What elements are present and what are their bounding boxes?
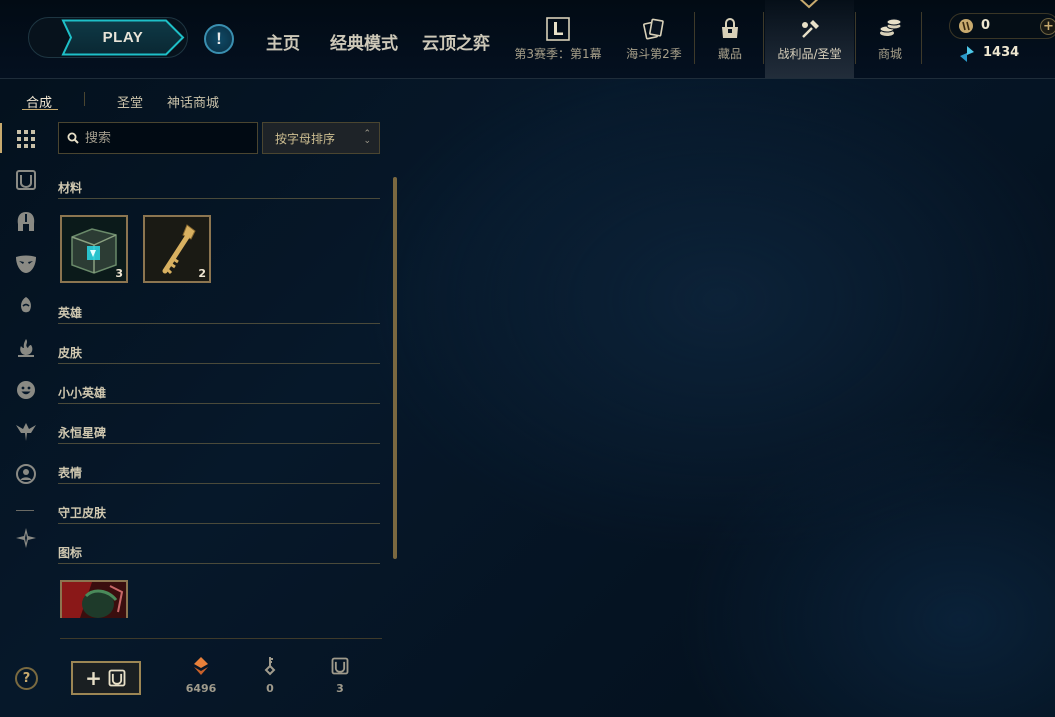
eternals-flame-icon[interactable] (14, 336, 38, 360)
orange-essence-value: 6496 (185, 682, 217, 695)
category-icons: 图标 (58, 544, 380, 564)
tab-ranked-label: 第3赛季：第1幕 (514, 47, 602, 61)
emote-face-icon[interactable] (14, 378, 38, 402)
craft-chest-button[interactable]: + (71, 661, 141, 695)
loot-item-summoner-icon[interactable] (60, 580, 128, 618)
loot-hammer-icon (801, 20, 819, 38)
rail-active-indicator (0, 123, 2, 153)
riot-points-icon (959, 19, 973, 33)
ward-skin-icon[interactable] (14, 420, 38, 444)
subnav-divider (84, 92, 85, 106)
subnav-mythic-shop[interactable]: 神话商城 (167, 92, 219, 111)
search-box[interactable] (58, 122, 258, 154)
sort-chevron-icon: ⌃ ⌄ (363, 129, 371, 146)
skin-mask-icon[interactable] (14, 252, 38, 276)
category-ward-skins: 守卫皮肤 (58, 504, 380, 524)
summoner-icon[interactable] (14, 526, 38, 550)
nav-divider (694, 12, 695, 64)
chest-count-value: 3 (336, 682, 344, 695)
category-eternals: 永恒星碑 (58, 424, 380, 444)
search-icon (67, 132, 79, 144)
item-count: 2 (198, 267, 206, 280)
top-nav-bar: PLAY ! 主页 经典模式 云顶之弈 第3赛季：第1幕 海斗第2季 藏品 战利… (0, 0, 1055, 79)
champion-helmet-icon[interactable] (14, 210, 38, 234)
search-input[interactable] (85, 130, 245, 146)
tab-clash-season[interactable]: 海斗第2季 (623, 0, 685, 78)
nav-divider (855, 12, 856, 64)
tab-clash-label: 海斗第2季 (626, 47, 682, 61)
store-coins-icon (879, 18, 902, 36)
wallet-key-fragments: 0 (250, 656, 290, 695)
subnav-active-underline (22, 109, 58, 110)
profile-icon[interactable] (14, 462, 38, 486)
nav-classic-mode[interactable]: 经典模式 (330, 29, 398, 54)
category-skins: 皮肤 (58, 344, 380, 364)
wallet-orange-essence: 6496 (181, 656, 221, 695)
tab-collection[interactable]: 藏品 (706, 0, 754, 78)
tiny-legend-icon[interactable] (14, 294, 38, 318)
help-icon[interactable]: ? (15, 667, 38, 690)
nav-divider (763, 12, 764, 64)
wallet-chests: 3 (320, 656, 360, 695)
nav-divider (921, 12, 922, 64)
key-fragment-icon (264, 657, 276, 676)
active-tab-chevron-icon (799, 0, 819, 9)
sort-label: 按字母排序 (275, 131, 336, 146)
tab-ranked-season[interactable]: 第3赛季：第1幕 (512, 0, 604, 78)
tab-store[interactable]: 商城 (866, 0, 914, 78)
play-button-container: PLAY (28, 17, 188, 58)
chest-icon (108, 669, 126, 687)
rail-divider (16, 510, 34, 511)
cards-icon (643, 18, 664, 40)
ranked-l-icon (546, 17, 570, 41)
nav-home[interactable]: 主页 (266, 29, 300, 54)
tab-loot-label: 战利品/圣堂 (777, 47, 842, 61)
category-tiny-legends: 小小英雄 (58, 384, 380, 404)
summoner-icon-art (62, 582, 126, 618)
play-button[interactable]: PLAY (63, 21, 183, 54)
craft-plus-label: + (85, 666, 102, 690)
orange-essence-icon (194, 657, 208, 675)
sort-dropdown[interactable]: 按字母排序 ⌃ ⌄ (262, 122, 380, 154)
category-emotes: 表情 (58, 464, 380, 484)
chest-icon[interactable] (14, 168, 38, 192)
chest-small-icon (331, 657, 349, 675)
tab-store-label: 商城 (877, 47, 902, 61)
tab-collection-label: 藏品 (717, 47, 742, 61)
loot-item-hextech-key[interactable]: 2 (143, 215, 211, 283)
alert-icon[interactable]: ! (204, 24, 234, 54)
loot-list-scrollbar[interactable] (393, 177, 397, 559)
buy-rp-button[interactable]: + (1040, 18, 1055, 35)
category-materials: 材料 (58, 179, 380, 199)
loot-item-hextech-chest[interactable]: 3 (60, 215, 128, 283)
footer-divider (60, 638, 382, 639)
item-count: 3 (115, 267, 123, 280)
grid-icon[interactable] (14, 127, 38, 151)
subnav-sanctum[interactable]: 圣堂 (117, 92, 143, 111)
blue-essence-icon (960, 46, 974, 62)
nav-tft[interactable]: 云顶之弈 (422, 29, 490, 54)
tab-loot[interactable]: 战利品/圣堂 (765, 0, 854, 78)
rp-value: 0 (981, 18, 991, 33)
blue-essence-value: 1434 (983, 45, 1020, 60)
key-fragment-value: 0 (266, 682, 274, 695)
collection-bag-icon (722, 18, 738, 38)
category-champions: 英雄 (58, 304, 380, 324)
